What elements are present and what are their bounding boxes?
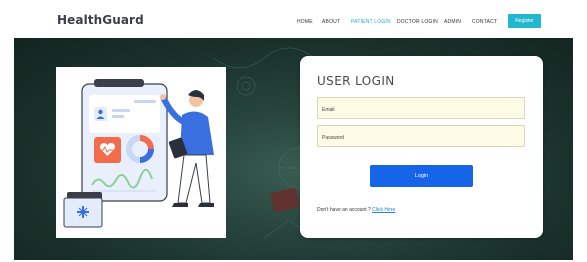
signup-prompt: Don't have an account ? Click Here xyxy=(317,207,395,213)
user-icon xyxy=(98,109,103,115)
password-input[interactable] xyxy=(318,128,524,148)
nav-doctor-login[interactable]: DOCTOR LOGIN xyxy=(397,19,438,25)
login-button[interactable]: Login xyxy=(370,165,473,187)
top-navbar: HealthGuard HOME ABOUT PATIENT LOGIN DOC… xyxy=(0,0,587,38)
password-field[interactable] xyxy=(317,125,525,148)
register-button[interactable]: Register xyxy=(508,14,541,28)
email-field[interactable] xyxy=(317,97,525,120)
illustration-card xyxy=(56,67,226,238)
login-title: USER LOGIN xyxy=(317,74,395,88)
doctor-clipboard-illustration xyxy=(63,79,214,228)
nav-contact[interactable]: CONTACT xyxy=(472,19,497,25)
signup-prompt-text: Don't have an account ? xyxy=(317,207,371,213)
email-input[interactable] xyxy=(318,100,524,120)
signup-link[interactable]: Click Here xyxy=(372,207,395,213)
login-card: USER LOGIN Login Don't have an account ?… xyxy=(300,56,543,238)
nav-patient-login[interactable]: PATIENT LOGIN xyxy=(351,19,391,25)
nav-home[interactable]: HOME xyxy=(297,19,313,25)
nav-admin[interactable]: ADMIN xyxy=(444,19,461,25)
brand-logo[interactable]: HealthGuard xyxy=(57,13,144,27)
nav-about[interactable]: ABOUT xyxy=(322,19,340,25)
